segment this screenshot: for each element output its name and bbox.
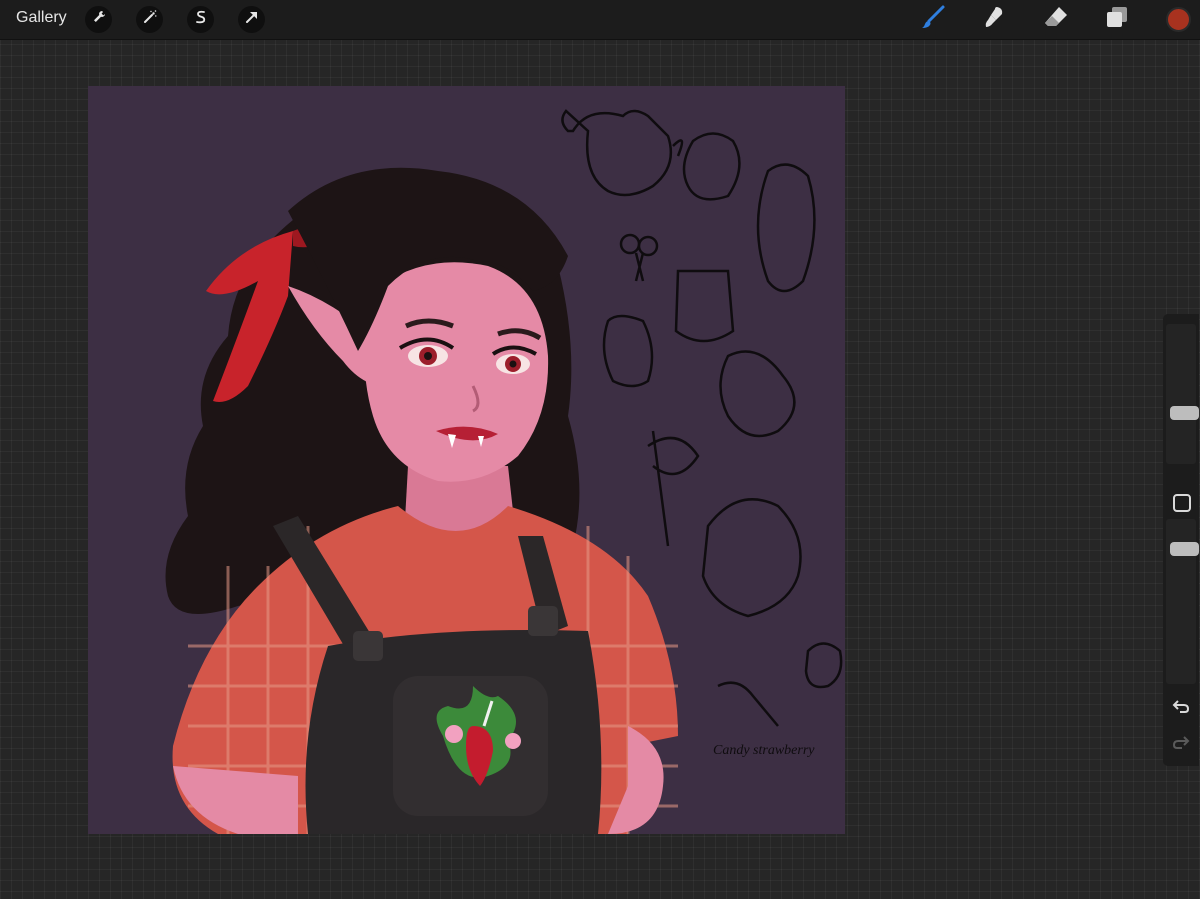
eraser-button[interactable]	[1042, 6, 1069, 33]
artwork-canvas[interactable]: Candy strawberry	[88, 86, 845, 834]
brush-size-thumb[interactable]	[1170, 406, 1199, 420]
gallery-button[interactable]: Gallery	[16, 9, 67, 27]
opacity-thumb[interactable]	[1170, 542, 1199, 556]
adjustments-button[interactable]	[136, 6, 163, 33]
selection-icon	[193, 9, 209, 30]
brush-size-slider[interactable]	[1166, 324, 1199, 464]
signature-text: Candy strawberry	[713, 743, 815, 758]
smudge-icon	[981, 4, 1007, 35]
opacity-slider[interactable]	[1166, 519, 1199, 684]
brush-icon	[920, 4, 946, 35]
top-toolbar: Gallery	[0, 0, 1200, 40]
transform-arrow-icon	[244, 9, 260, 30]
transform-button[interactable]	[238, 6, 265, 33]
smudge-button[interactable]	[980, 6, 1007, 33]
layers-button[interactable]	[1103, 6, 1130, 33]
modifier-square-icon[interactable]	[1173, 494, 1191, 512]
artwork-image: Candy strawberry	[165, 109, 843, 834]
redo-icon	[1172, 733, 1190, 756]
selection-button[interactable]	[187, 6, 214, 33]
eraser-icon	[1043, 4, 1069, 35]
undo-icon	[1172, 697, 1190, 720]
brush-button[interactable]	[919, 4, 946, 35]
layers-icon	[1104, 4, 1130, 35]
redo-button[interactable]	[1171, 734, 1191, 754]
undo-button[interactable]	[1171, 698, 1191, 718]
color-picker-button[interactable]	[1166, 7, 1191, 32]
wrench-icon	[91, 9, 107, 30]
magic-wand-icon	[142, 9, 158, 30]
actions-button[interactable]	[85, 6, 112, 33]
brush-sidebar	[1163, 314, 1199, 766]
